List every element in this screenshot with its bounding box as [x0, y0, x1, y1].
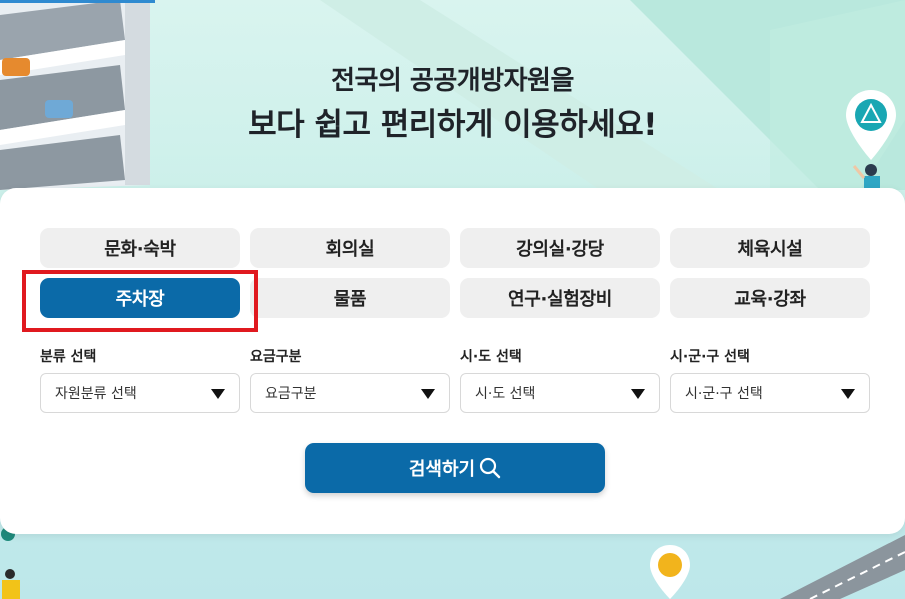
fee-select[interactable]: 요금구분	[250, 373, 450, 413]
chevron-down-icon	[421, 389, 435, 399]
hero-headline-line1: 전국의 공공개방자원을	[331, 66, 574, 96]
bottom-road-illustration	[780, 535, 905, 599]
category-goods-button[interactable]: 물품	[250, 278, 450, 318]
category-lecture-room-button[interactable]: 강의실·강당	[460, 228, 660, 268]
chevron-down-icon	[631, 389, 645, 399]
selection-highlight-box	[22, 270, 258, 332]
category-select[interactable]: 자원분류 선택	[40, 373, 240, 413]
search-icon	[480, 457, 501, 479]
category-research-equipment-button[interactable]: 연구·실험장비	[460, 278, 660, 318]
category-sports-facility-button[interactable]: 체육시설	[670, 228, 870, 268]
filter-label-district: 시·군·구 선택	[670, 349, 750, 365]
category-culture-lodging-button[interactable]: 문화·숙박	[40, 228, 240, 268]
category-meeting-room-button[interactable]: 회의실	[250, 228, 450, 268]
province-select[interactable]: 시·도 선택	[460, 373, 660, 413]
bottom-map-pin-illustration	[650, 545, 690, 599]
fee-select-value: 요금구분	[265, 386, 317, 402]
district-select-value: 시·군·구 선택	[685, 386, 763, 402]
search-panel: 문화·숙박 회의실 강의실·강당 체육시설 주차장 물품 연구·실험장비 교육·…	[0, 188, 905, 534]
search-button-label: 검색하기	[408, 459, 476, 480]
category-education-course-button[interactable]: 교육·강좌	[670, 278, 870, 318]
search-button[interactable]: 검색하기	[305, 443, 605, 493]
chevron-down-icon	[211, 389, 225, 399]
province-select-value: 시·도 선택	[475, 386, 536, 402]
district-select[interactable]: 시·군·구 선택	[670, 373, 870, 413]
filter-label-fee: 요금구분	[250, 349, 302, 365]
filter-label-category: 분류 선택	[40, 349, 97, 365]
category-select-value: 자원분류 선택	[55, 386, 137, 402]
filter-label-province: 시·도 선택	[460, 349, 522, 365]
hero-headline-line2: 보다 쉽고 편리하게 이용하세요!	[248, 107, 657, 143]
person-illustration	[852, 164, 880, 190]
chevron-down-icon	[841, 389, 855, 399]
